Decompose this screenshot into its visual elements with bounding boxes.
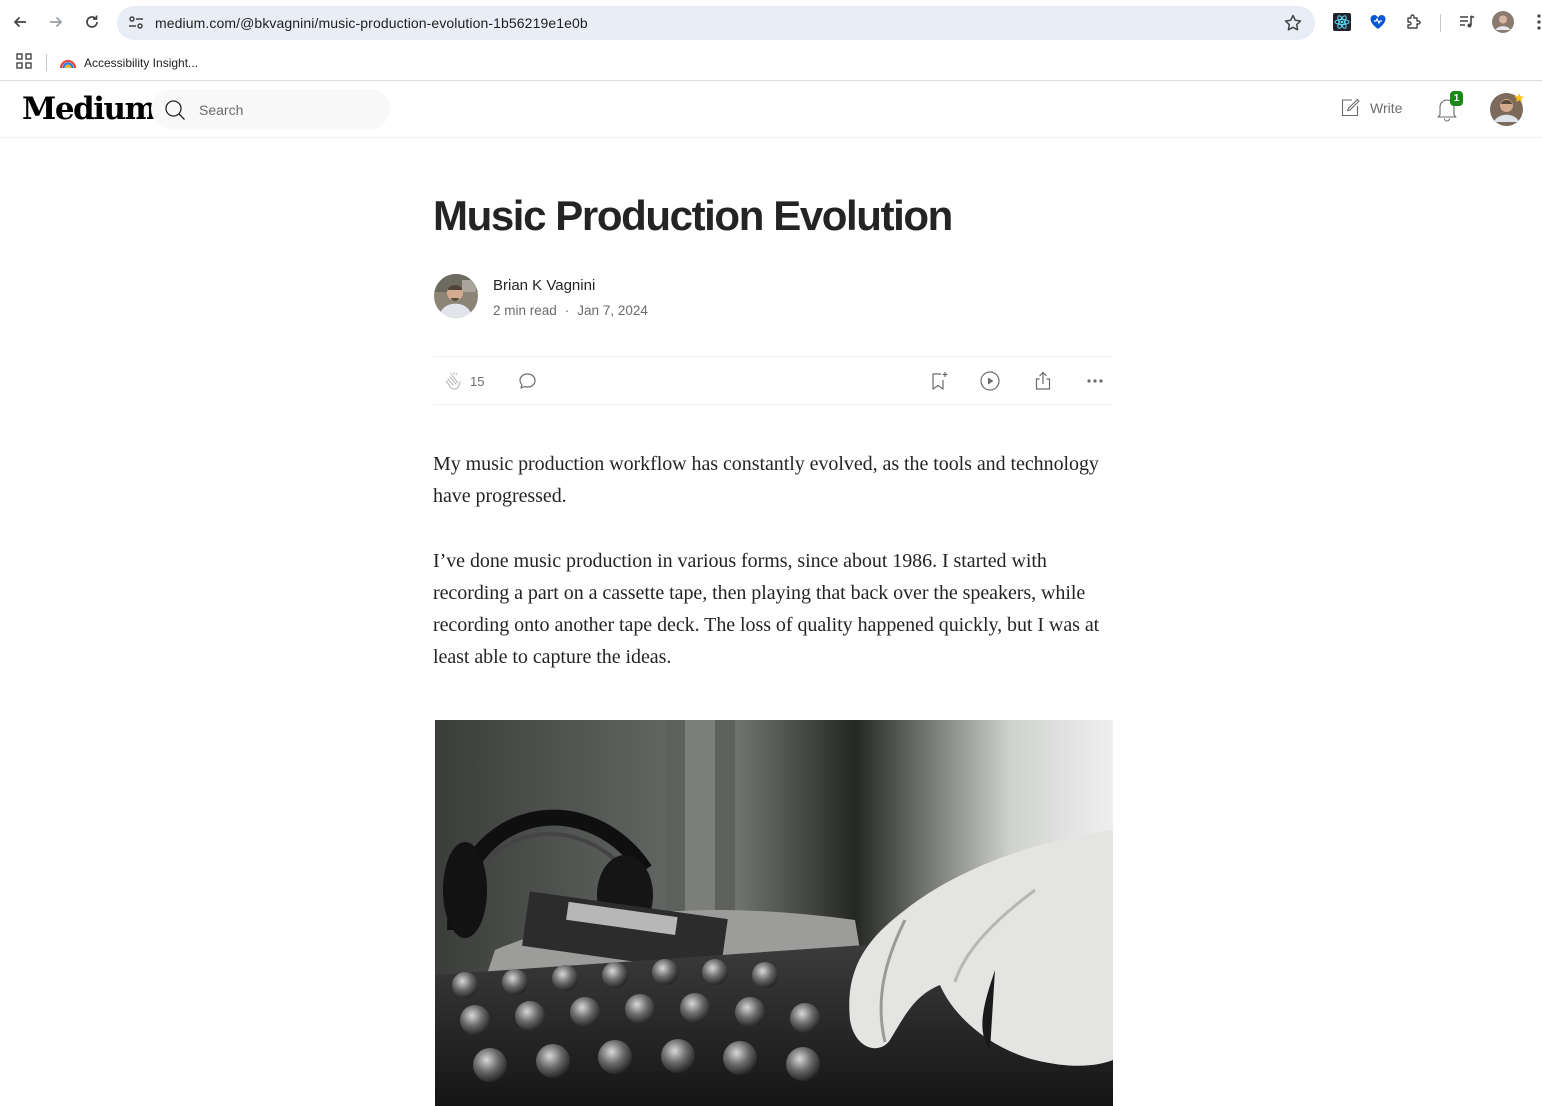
mixing-desk-photo [435,720,1113,1106]
share-button[interactable] [1032,369,1054,393]
clap-icon [445,372,461,390]
profile-avatar-icon [1492,11,1514,33]
chrome-menu-button[interactable] [1527,10,1542,34]
medium-logo[interactable]: Medium [22,91,157,127]
apps-grid-icon[interactable] [16,53,32,69]
article-meta: 2 min read · Jan 7, 2024 [493,303,648,318]
bookmarks-separator [46,54,47,71]
publish-date: Jan 7, 2024 [577,303,648,318]
more-vert-icon [1537,14,1541,30]
response-button[interactable] [517,369,539,393]
bookmark-add-icon [932,372,948,390]
medium-header: Medium Write 1 [0,81,1542,138]
article-image[interactable] [435,720,1113,1106]
react-devtools-extension[interactable] [1330,10,1354,34]
search-input[interactable] [197,89,381,131]
more-button[interactable] [1084,369,1106,393]
save-button[interactable] [928,369,950,393]
article-paragraph: My music production workflow has constan… [433,453,1099,507]
share-icon [1035,371,1051,390]
react-icon [1333,13,1351,31]
meta-separator: · [564,303,570,318]
url-text[interactable]: medium.com/@bkvagnini/music-production-e… [155,6,588,40]
user-avatar-icon [1490,93,1524,126]
heart-icon [1370,15,1386,29]
article-actions-bar: 15 [433,356,1113,405]
profile-button[interactable] [1491,10,1515,34]
bookmarks-bar: Accessibility Insight... [0,45,1542,81]
puzzle-icon [1407,14,1421,29]
extensions-button[interactable] [1402,10,1426,34]
address-bar[interactable]: medium.com/@bkvagnini/music-production-e… [117,6,1315,40]
byline: Brian K Vagnini 2 min read · Jan 7, 2024 [433,272,1113,320]
media-controls-button[interactable] [1455,10,1479,34]
play-circle-icon [980,371,1000,391]
article-title: Music Production Evolution [433,192,953,239]
user-avatar[interactable] [1490,92,1524,126]
read-time: 2 min read [493,303,557,318]
search-icon [165,100,185,120]
browser-toolbar: medium.com/@bkvagnini/music-production-e… [0,0,1542,45]
forward-button[interactable] [42,8,70,36]
write-label: Write [1370,100,1403,116]
accessibility-insights-icon [60,59,76,69]
write-icon [1341,98,1360,117]
heart-extension[interactable] [1366,10,1390,34]
site-info-icon[interactable] [127,14,145,32]
clap-count: 15 [470,373,485,389]
reload-button[interactable] [78,8,106,36]
notification-badge: 1 [1450,91,1463,106]
back-button[interactable] [6,8,34,36]
notifications-button[interactable]: 1 [1434,91,1463,122]
more-horizontal-icon [1087,379,1103,383]
article-paragraph: I’ve done music production in various fo… [433,550,1100,668]
author-photo [434,274,478,318]
search-box[interactable] [151,89,390,131]
arrow-right-icon [50,16,63,28]
write-button[interactable]: Write [1339,97,1402,119]
bookmark-star-icon[interactable] [1283,13,1303,33]
playlist-icon [1460,15,1475,28]
clap-button[interactable]: 15 [442,369,484,393]
listen-button[interactable] [979,369,1001,393]
bookmark-label: Accessibility Insight... [84,56,199,70]
arrow-left-icon [13,16,26,28]
bookmark-accessibility-insights[interactable]: Accessibility Insight... [60,51,198,75]
reload-icon [86,15,98,28]
author-name[interactable]: Brian K Vagnini [493,277,595,294]
toolbar-separator [1440,14,1441,32]
author-avatar[interactable] [434,274,478,318]
comment-icon [519,373,536,389]
